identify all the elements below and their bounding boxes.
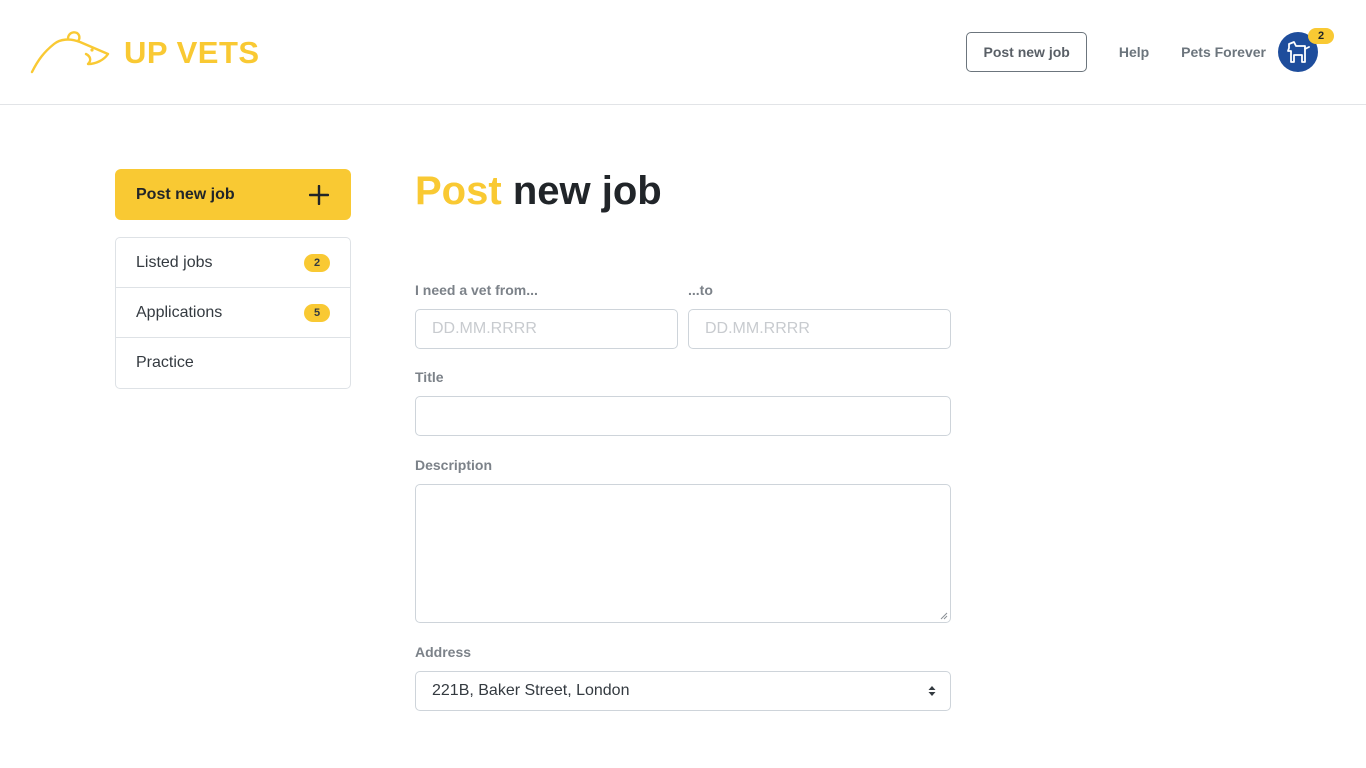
user-name-link[interactable]: Pets Forever bbox=[1181, 44, 1266, 60]
sidebar-item-label: Practice bbox=[136, 354, 194, 371]
count-badge: 2 bbox=[304, 253, 330, 272]
sidebar-post-job-button[interactable]: Post new job bbox=[115, 169, 351, 220]
sidebar-menu: Listed jobs 2 Applications 5 Practice bbox=[115, 237, 351, 389]
to-date-group: ...to DD.MM.RRRR bbox=[688, 282, 951, 349]
from-date-input[interactable]: DD.MM.RRRR bbox=[415, 309, 678, 349]
title-label: Title bbox=[415, 369, 444, 385]
post-job-form: Post new job I need a vet from... DD.MM.… bbox=[415, 168, 951, 711]
page-title-rest: new job bbox=[512, 169, 662, 213]
sidebar-item-label: Listed jobs bbox=[136, 253, 213, 271]
user-avatar-button[interactable]: 2 bbox=[1278, 28, 1334, 72]
top-bar: UP VETS Post new job Help Pets Forever 2 bbox=[0, 0, 1366, 105]
date-range-row: I need a vet from... DD.MM.RRRR ...to DD… bbox=[415, 282, 951, 352]
header-post-job-button[interactable]: Post new job bbox=[966, 32, 1087, 72]
select-arrows-icon bbox=[928, 686, 936, 696]
address-label: Address bbox=[415, 644, 472, 660]
title-group: Title bbox=[415, 369, 951, 436]
plus-icon bbox=[309, 184, 329, 205]
mouse-logo-icon bbox=[30, 31, 110, 74]
address-group: Address 221B, Baker Street, London bbox=[415, 644, 951, 711]
brand-name: UP VETS bbox=[124, 34, 260, 70]
notification-badge: 2 bbox=[1308, 28, 1334, 44]
description-label: Description bbox=[415, 457, 493, 473]
sidebar-item-label: Applications bbox=[136, 303, 223, 321]
help-link[interactable]: Help bbox=[1119, 44, 1149, 60]
sidebar-item-applications[interactable]: Applications 5 bbox=[116, 288, 350, 338]
resize-grip-icon[interactable] bbox=[940, 612, 948, 620]
page-title: Post new job bbox=[415, 168, 951, 214]
description-group: Description bbox=[415, 457, 951, 623]
page-title-accent: Post bbox=[415, 169, 502, 213]
to-date-label: ...to bbox=[688, 282, 713, 298]
top-nav: Post new job Help Pets Forever 2 bbox=[966, 28, 1334, 72]
sidebar-item-listed-jobs[interactable]: Listed jobs 2 bbox=[116, 238, 350, 288]
to-date-input[interactable]: DD.MM.RRRR bbox=[688, 309, 951, 349]
address-selected-value: 221B, Baker Street, London bbox=[432, 682, 630, 699]
description-textarea[interactable] bbox=[415, 484, 951, 623]
logo[interactable]: UP VETS bbox=[30, 30, 260, 74]
title-input[interactable] bbox=[415, 396, 951, 436]
sidebar-post-job-label: Post new job bbox=[136, 185, 235, 203]
sidebar-item-practice[interactable]: Practice bbox=[116, 338, 350, 388]
from-date-label: I need a vet from... bbox=[415, 282, 538, 298]
sidebar: Post new job Listed jobs 2 Applications … bbox=[115, 169, 351, 389]
address-select[interactable]: 221B, Baker Street, London bbox=[415, 671, 951, 711]
from-date-group: I need a vet from... DD.MM.RRRR bbox=[415, 282, 678, 349]
dog-icon bbox=[1287, 41, 1310, 63]
count-badge: 5 bbox=[304, 303, 330, 322]
